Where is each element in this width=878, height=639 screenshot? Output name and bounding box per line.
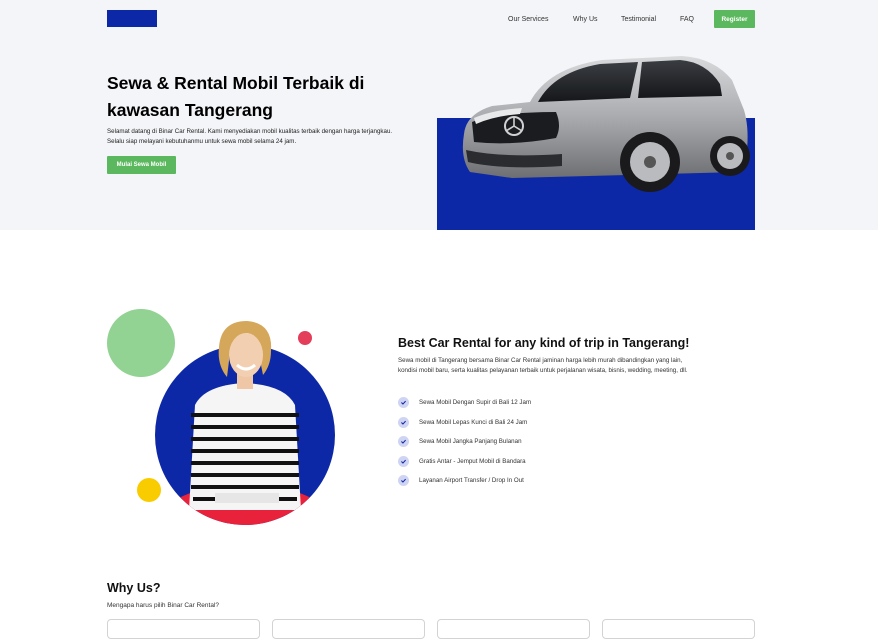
decor-circle-green <box>107 309 175 377</box>
check-icon <box>398 455 409 467</box>
list-item: Sewa Mobil Dengan Supir di Bali 12 Jam <box>398 393 531 413</box>
list-item-label: Gratis Antar - Jemput Mobil di Bandara <box>419 457 526 465</box>
list-item: Sewa Mobil Jangka Panjang Bulanan <box>398 432 531 452</box>
decor-circle-red <box>298 331 312 345</box>
hero-title: Sewa & Rental Mobil Terbaik di kawasan T… <box>107 73 365 120</box>
start-rent-button[interactable]: Mulai Sewa Mobil <box>107 156 176 174</box>
why-us-card <box>437 619 590 639</box>
car-image <box>462 56 750 192</box>
list-item: Sewa Mobil Lepas Kunci di Bali 24 Jam <box>398 413 531 433</box>
services-title: Best Car Rental for any kind of trip in … <box>398 336 690 350</box>
register-button[interactable]: Register <box>714 10 755 28</box>
logo[interactable] <box>107 10 157 27</box>
why-us-title: Why Us? <box>107 581 161 595</box>
check-icon <box>398 436 409 448</box>
woman-with-laptop-image <box>107 309 335 525</box>
check-icon <box>398 397 409 409</box>
why-us-card <box>602 619 755 639</box>
nav-faq[interactable]: FAQ <box>680 16 694 23</box>
list-item: Gratis Antar - Jemput Mobil di Bandara <box>398 452 531 472</box>
why-us-card <box>272 619 425 639</box>
check-icon <box>398 416 409 428</box>
list-item-label: Sewa Mobil Lepas Kunci di Bali 24 Jam <box>419 418 528 426</box>
nav-our-services[interactable]: Our Services <box>508 16 548 23</box>
why-us-subtitle: Mengapa harus pilih Binar Car Rental? <box>107 602 220 609</box>
nav-testimonial[interactable]: Testimonial <box>621 16 656 23</box>
check-icon <box>398 475 409 487</box>
list-item-label: Sewa Mobil Dengan Supir di Bali 12 Jam <box>419 399 532 407</box>
list-item: Layanan Airport Transfer / Drop In Out <box>398 471 531 491</box>
why-us-card <box>107 619 260 639</box>
services-checklist: Sewa Mobil Dengan Supir di Bali 12 Jam S… <box>398 393 531 491</box>
list-item-label: Layanan Airport Transfer / Drop In Out <box>419 477 524 485</box>
hero-description: Selamat datang di Binar Car Rental. Kami… <box>107 128 393 145</box>
services-description: Sewa mobil di Tangerang bersama Binar Ca… <box>398 357 688 374</box>
list-item-label: Sewa Mobil Jangka Panjang Bulanan <box>419 438 522 446</box>
decor-circle-yellow <box>137 478 161 502</box>
nav-why-us[interactable]: Why Us <box>573 16 598 23</box>
